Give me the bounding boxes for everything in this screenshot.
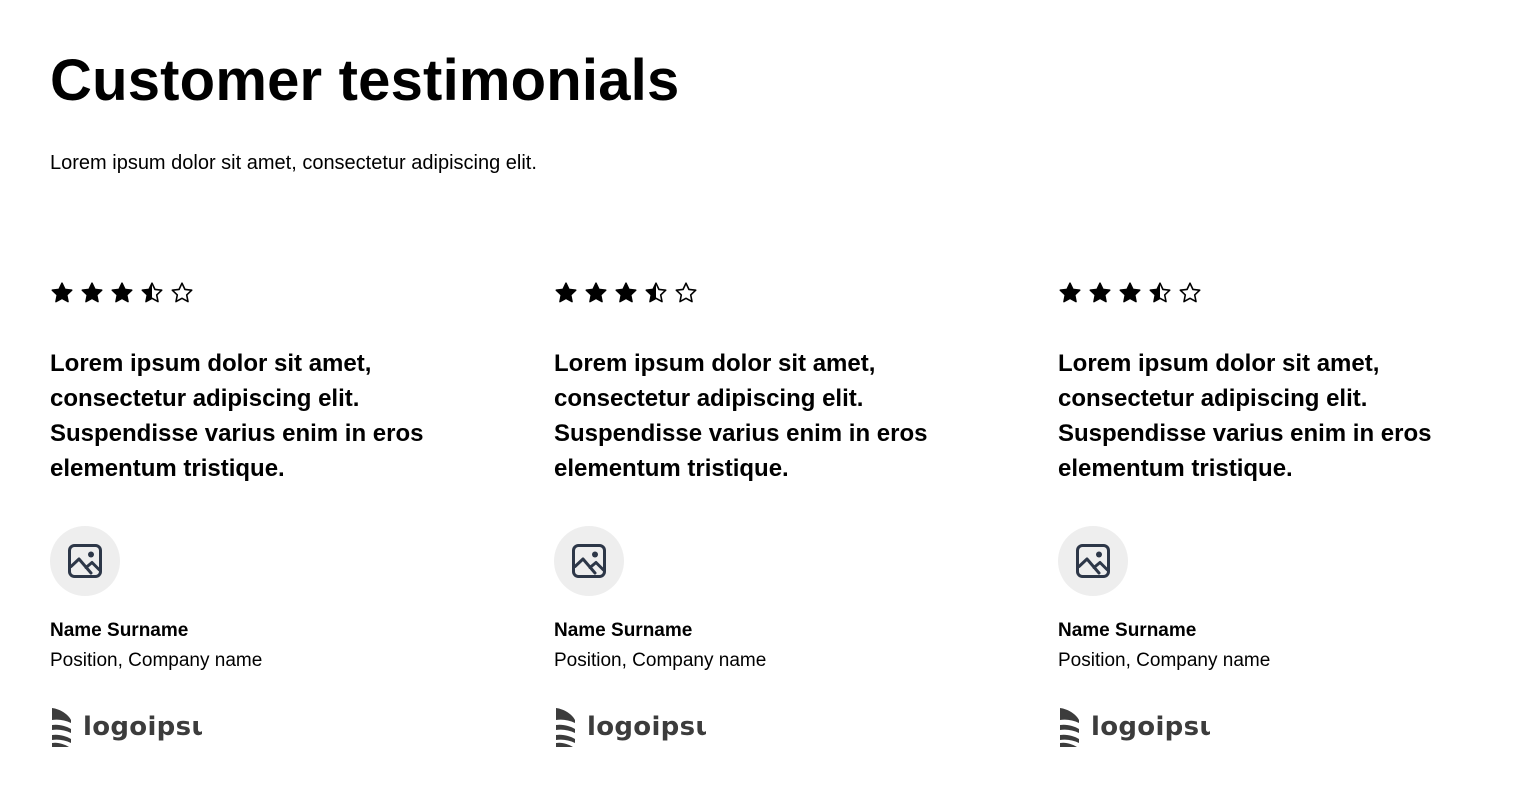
star-half-icon (141, 282, 163, 303)
company-logo: logoipsum (554, 705, 706, 749)
testimonial-quote: Lorem ipsum dolor sit amet, consectetur … (50, 350, 424, 482)
logo-wordmark: logoipsum (587, 712, 706, 742)
person-position: Position, Company name (50, 650, 263, 671)
image-placeholder-icon (1076, 544, 1110, 578)
company-logo: logoipsum (1058, 705, 1210, 749)
person-name: Name Surname (50, 620, 189, 641)
star-filled-icon (1089, 282, 1111, 303)
person-name: Name Surname (554, 620, 693, 641)
image-placeholder-icon (68, 544, 102, 578)
testimonial-card: Lorem ipsum dolor sit amet, consectetur … (50, 280, 470, 760)
star-half-icon (645, 282, 667, 303)
testimonial-card: Lorem ipsum dolor sit amet, consectetur … (1058, 280, 1478, 760)
star-empty-icon (1179, 282, 1201, 303)
star-half-icon (1149, 282, 1171, 303)
page-title: Customer testimonials (50, 48, 680, 113)
star-empty-icon (675, 282, 697, 303)
company-logo: logoipsum (50, 705, 202, 749)
logo-mark-icon (1060, 708, 1079, 747)
star-filled-icon (81, 282, 103, 303)
person-position: Position, Company name (554, 650, 767, 671)
star-filled-icon (111, 282, 133, 303)
image-placeholder-icon (572, 544, 606, 578)
star-rating (50, 281, 194, 307)
logo-mark-icon (52, 708, 71, 747)
logo-wordmark: logoipsum (83, 712, 202, 742)
avatar (1058, 526, 1128, 596)
star-filled-icon (555, 282, 577, 303)
star-filled-icon (51, 282, 73, 303)
star-filled-icon (585, 282, 607, 303)
logo-mark-icon (556, 708, 575, 747)
star-rating (554, 281, 698, 307)
star-empty-icon (171, 282, 193, 303)
star-rating (1058, 281, 1202, 307)
avatar (554, 526, 624, 596)
page-subtitle: Lorem ipsum dolor sit amet, consectetur … (50, 152, 537, 174)
star-filled-icon (615, 282, 637, 303)
testimonial-list: Lorem ipsum dolor sit amet, consectetur … (50, 280, 1470, 760)
person-position: Position, Company name (1058, 650, 1271, 671)
avatar (50, 526, 120, 596)
star-filled-icon (1059, 282, 1081, 303)
testimonial-quote: Lorem ipsum dolor sit amet, consectetur … (1058, 350, 1432, 482)
person-name: Name Surname (1058, 620, 1197, 641)
testimonial-quote: Lorem ipsum dolor sit amet, consectetur … (554, 350, 928, 482)
logo-wordmark: logoipsum (1091, 712, 1210, 742)
star-filled-icon (1119, 282, 1141, 303)
testimonial-card: Lorem ipsum dolor sit amet, consectetur … (554, 280, 974, 760)
